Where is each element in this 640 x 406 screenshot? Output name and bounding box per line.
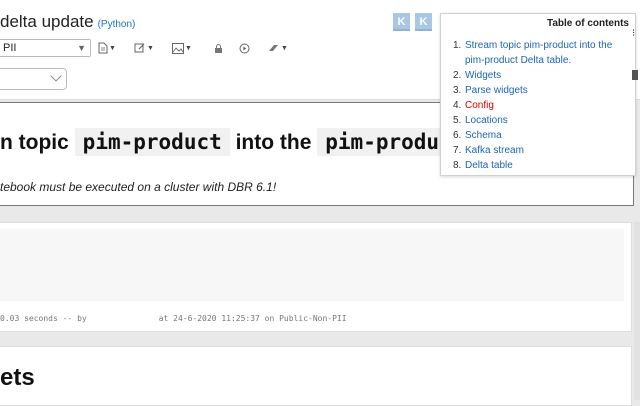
view-menu-button[interactable]: ▼ <box>172 40 192 56</box>
clear-menu-button[interactable]: ▼ <box>268 40 288 56</box>
toc-item-link[interactable]: Stream topic pim-product into the pim-pr… <box>465 38 633 68</box>
cluster-select[interactable]: PII ▼ <box>0 39 91 57</box>
caret-down-icon: ▼ <box>185 44 192 52</box>
file-menu-button[interactable]: ▼ <box>98 40 116 56</box>
image-icon <box>172 42 184 54</box>
chevron-down-icon <box>50 70 62 82</box>
toc-resize-grip[interactable] <box>632 70 638 80</box>
toc-item-link[interactable]: Widgets <box>465 68 501 83</box>
chevron-down-icon: ▼ <box>77 43 86 53</box>
toc-drag-handle[interactable]: ⁝ <box>632 28 635 39</box>
run-duration: 0.03 seconds -- by <box>0 314 87 323</box>
toc-item-number: 2. <box>453 70 462 81</box>
edit-menu-button[interactable]: ▼ <box>134 40 154 56</box>
eraser-icon <box>269 45 278 51</box>
toc-item[interactable]: 5. Locations <box>453 113 633 128</box>
heading-text-middle: into the <box>235 131 312 154</box>
play-icon <box>239 43 250 53</box>
edit-icon <box>134 43 145 53</box>
toc-item-number: 7. <box>453 145 462 156</box>
toc-item-number: 6. <box>453 130 462 141</box>
toc-item[interactable]: 4. Config <box>453 98 633 113</box>
toc-item[interactable]: 3. Parse widgets <box>453 83 633 98</box>
toc-title: Table of contents <box>546 18 629 29</box>
cell-heading: n topic pim-product into the pim-product <box>0 128 473 156</box>
run-info: 0.03 seconds -- by at 24-6-2020 11:25:37 … <box>0 314 347 323</box>
scrollbar[interactable] <box>634 222 640 400</box>
toc-list: 1. Stream topic pim-product into the pim-… <box>453 38 633 173</box>
toc-item[interactable]: 2. Widgets <box>453 68 633 83</box>
toc-item-number: 8. <box>453 160 462 171</box>
heading-text-prefix: n topic <box>0 131 69 154</box>
code-editor[interactable] <box>0 229 624 301</box>
notebook-title-text: delta update <box>0 12 94 31</box>
toc-item-number: 5. <box>453 115 462 126</box>
cell-note: tebook must be executed on a cluster wit… <box>0 180 277 194</box>
caret-down-icon: ▼ <box>109 44 116 52</box>
notebook-language: (Python) <box>97 19 136 30</box>
caret-down-icon: ▼ <box>281 44 288 52</box>
run-timestamp: at 24-6-2020 11:25:37 on Public-Non-PII <box>158 314 347 323</box>
toc-item-number: 1. <box>453 40 462 51</box>
file-icon <box>98 42 108 54</box>
toc-item-link[interactable]: Locations <box>465 113 508 128</box>
next-heading: ets <box>0 364 35 391</box>
toc-item-link[interactable]: Parse widgets <box>465 83 528 98</box>
widget-select[interactable] <box>0 68 67 90</box>
run-all-button[interactable] <box>239 40 250 56</box>
toc-item[interactable]: 7. Kafka stream <box>453 143 633 158</box>
toc-item-link-active[interactable]: Config <box>465 98 494 113</box>
toc-item[interactable]: 8. Delta table <box>453 158 633 173</box>
toc-item[interactable]: 6. Schema <box>453 128 633 143</box>
caret-down-icon: ▼ <box>147 44 154 52</box>
keyboard-shortcut-button-2[interactable]: K <box>415 13 432 31</box>
table-of-contents-panel: Table of contents 1. Stream topic pim-pro… <box>440 13 636 176</box>
toc-item-number: 4. <box>453 100 462 111</box>
toc-item-link[interactable]: Schema <box>465 128 502 143</box>
toc-item[interactable]: 1. Stream topic pim-product into the pim-… <box>453 38 633 68</box>
toc-item-link[interactable]: Delta table <box>465 158 513 173</box>
permissions-button[interactable] <box>214 40 223 56</box>
toc-item-link[interactable]: Kafka stream <box>465 143 524 158</box>
heading-code-topic: pim-product <box>74 128 230 156</box>
keyboard-shortcut-button[interactable]: K <box>393 13 410 31</box>
markdown-cell-2[interactable] <box>0 346 632 406</box>
cluster-select-value: PII <box>3 42 17 54</box>
notebook-title[interactable]: delta update (Python) <box>0 12 135 32</box>
toc-item-number: 3. <box>453 85 462 96</box>
lock-icon <box>215 43 222 53</box>
